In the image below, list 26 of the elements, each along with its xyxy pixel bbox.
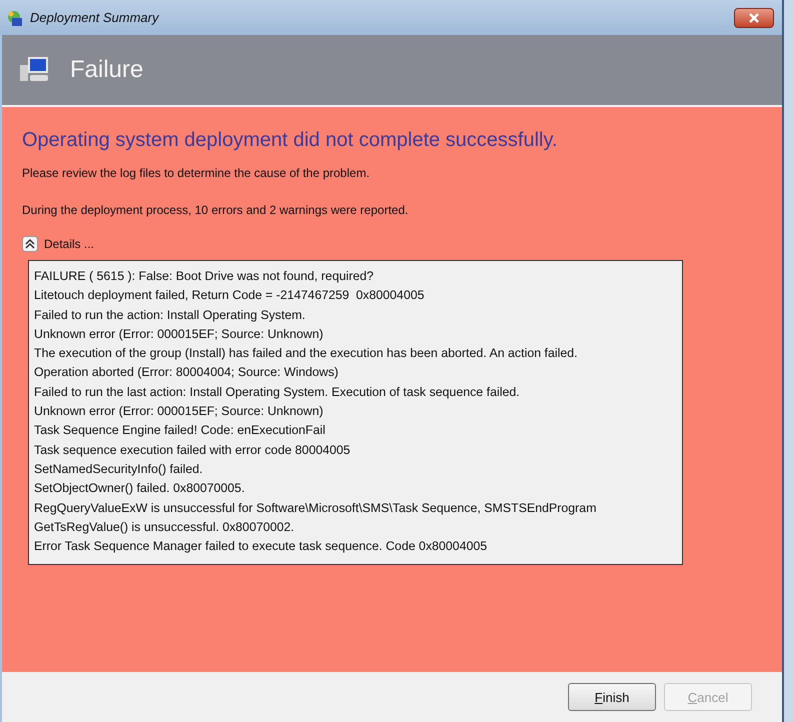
window-title: Deployment Summary [30, 10, 160, 25]
log-line: FAILURE ( 5615 ): False: Boot Drive was not found, required? [34, 268, 375, 285]
log-line: Litetouch deployment failed, Return Code = -2147467259 0x80004005 [34, 287, 426, 304]
status-title: Failure [70, 56, 144, 84]
log-line: Failed to run the last action: Install Operating System. Execution of task sequence failed. [34, 384, 521, 401]
details-toggle[interactable]: Details ... [44, 237, 94, 251]
log-line: Failed to run the action: Install Operating System. [34, 306, 306, 324]
log-line: Unknown error (Error: 000015EF; Source: Unknown) [34, 326, 324, 343]
log-line: SetObjectOwner() failed. 0x80070005. [34, 480, 246, 498]
log-line: Task sequence execution failed with error code 80004005 [34, 442, 352, 459]
log-line: Error Task Sequence Manager failed to execute task sequence. Code 0x80004005 [34, 538, 488, 556]
log-line: Task Sequence Engine failed! Code: enExecutionFail [34, 422, 326, 440]
message-text: Please review the log files to determine the cause of the problem. [22, 166, 371, 180]
app-icon [6, 8, 24, 26]
log-line: The execution of the group (Install) has failed and the execution has been aborted. An action failed. [34, 345, 578, 362]
message-text: During the deployment process, 10 errors and 2 warnings were reported. [22, 203, 410, 217]
close-icon [748, 12, 760, 22]
log-line: SetNamedSecurityInfo() failed. [34, 460, 204, 478]
finish-button[interactable]: Finish [568, 683, 656, 711]
result-heading: Operating system deployment did not complete successfully. [22, 129, 558, 152]
log-line: Unknown error (Error: 000015EF; Source: Unknown) [34, 403, 324, 420]
collapse-icon[interactable] [22, 236, 38, 252]
log-line: RegQueryValueExW is unsuccessful for Software\Microsoft\SMS\Task Sequence, SMSTSEndProgram [34, 500, 598, 517]
log-line: Operation aborted (Error: 80004004; Source: Windows) [34, 364, 340, 382]
log-line: GetTsRegValue() is unsuccessful. 0x80070002. [34, 518, 296, 536]
close-button[interactable] [734, 8, 774, 28]
